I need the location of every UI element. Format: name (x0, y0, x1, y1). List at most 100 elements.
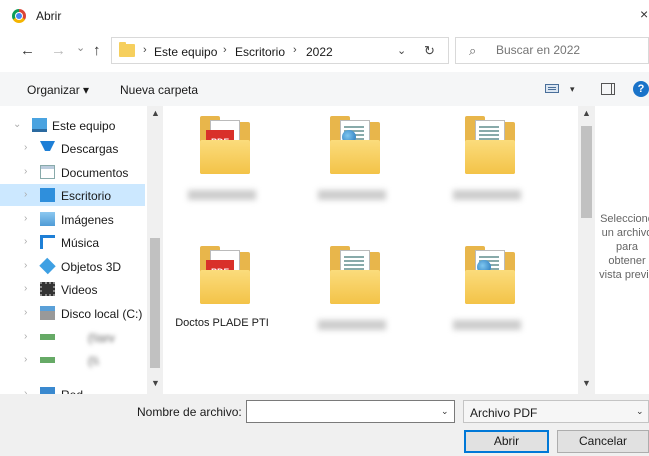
sidebar-item-9[interactable]: › (\\srv (0, 326, 145, 348)
filename-label: Nombre de archivo: (137, 405, 242, 419)
chevron-right-icon[interactable]: › (24, 189, 27, 200)
view-options-dropdown-icon[interactable]: ▾ (570, 84, 575, 95)
file-item[interactable]: PDF Doctos PLADE PTI (163, 246, 281, 329)
file-list-scrollbar[interactable]: ▲ ▼ (578, 106, 595, 394)
filename-input[interactable] (251, 405, 431, 419)
filetype-select[interactable]: Archivo PDF ⌄ (463, 400, 649, 423)
breadcrumb-separator: › (293, 44, 297, 56)
sidebar-item-0[interactable]: ⌄ Este equipo (0, 114, 145, 136)
file-name: Doctos PLADE PTI (175, 317, 269, 329)
chevron-right-icon[interactable]: › (24, 331, 27, 342)
file-list: PDF PDF Doctos PLADE PTI (163, 106, 578, 394)
scroll-up-arrow-icon[interactable]: ▲ (151, 108, 160, 118)
folder-icon (330, 116, 380, 176)
scroll-down-arrow-icon[interactable]: ▼ (151, 378, 160, 388)
breadcrumb-2022[interactable]: 2022 (306, 45, 333, 59)
chevron-right-icon[interactable]: › (24, 354, 27, 365)
open-button[interactable]: Abrir (464, 430, 549, 453)
sidebar-item-label: Este equipo (52, 119, 116, 133)
new-folder-button[interactable]: Nueva carpeta (120, 83, 198, 97)
folder-icon (330, 246, 380, 306)
breadcrumb-separator: › (143, 44, 147, 56)
chevron-right-icon[interactable]: › (24, 236, 27, 247)
folder-icon (119, 42, 135, 57)
chevron-down-icon[interactable]: ⌄ (13, 119, 21, 130)
file-item[interactable] (428, 246, 546, 330)
search-icon: ⌕ (469, 43, 477, 58)
sidebar-item-1[interactable]: › Descargas (0, 137, 145, 159)
filetype-value: Archivo PDF (470, 406, 538, 420)
recent-locations-icon[interactable]: ⌄ (76, 41, 85, 56)
folder-icon: PDF (200, 246, 250, 306)
address-bar[interactable]: › Este equipo › Escritorio › 2022 ⌄ ↻ (111, 37, 449, 64)
sidebar-item-4[interactable]: › Imágenes (0, 208, 145, 230)
refresh-icon[interactable]: ↻ (424, 43, 435, 59)
organize-button[interactable]: Organizar ▾ (27, 83, 89, 97)
close-icon[interactable]: × (640, 6, 648, 22)
sidebar-item-3[interactable]: › Escritorio (0, 184, 145, 206)
up-arrow-icon[interactable]: ↑ (93, 43, 101, 58)
title-bar: Abrir × (0, 0, 649, 32)
change-view-icon[interactable] (545, 84, 559, 93)
folder-icon (465, 246, 515, 306)
sidebar-item-label: Videos (61, 283, 98, 297)
preview-pane-icon[interactable] (601, 83, 615, 95)
file-item[interactable] (428, 116, 546, 200)
sidebar-item-8[interactable]: › Disco local (C:) (0, 302, 145, 324)
sidebar-item-11[interactable]: ›Red (0, 383, 145, 394)
downloads-icon (40, 141, 55, 155)
sidebar-item-label: Escritorio (61, 189, 112, 203)
file-item[interactable] (293, 246, 411, 330)
file-name (453, 320, 521, 330)
chevron-right-icon[interactable]: › (24, 307, 27, 318)
scroll-down-arrow-icon[interactable]: ▼ (582, 378, 591, 388)
file-name (318, 320, 386, 330)
help-icon[interactable]: ? (633, 81, 649, 97)
back-arrow-icon[interactable]: ← (20, 43, 35, 58)
breadcrumb-escritorio[interactable]: Escritorio (235, 45, 285, 59)
3d-objects-icon (39, 257, 56, 275)
sidebar-item-7[interactable]: › Videos (0, 278, 145, 300)
forward-arrow-icon[interactable]: → (51, 43, 66, 58)
command-bar: Organizar ▾ Nueva carpeta ▾ ? (0, 72, 649, 106)
sidebar-item-label: Descargas (61, 142, 119, 156)
pictures-icon (40, 212, 55, 226)
chevron-right-icon[interactable]: › (24, 260, 27, 271)
sidebar-item-2[interactable]: › Documentos (0, 161, 145, 183)
sidebar-item-label: Imágenes (61, 213, 114, 227)
address-dropdown-icon[interactable]: ⌄ (397, 44, 406, 57)
sidebar-item-label: (\\srv (88, 331, 115, 345)
chrome-icon (12, 9, 26, 23)
desktop-icon (40, 188, 55, 202)
folder-icon: PDF (200, 116, 250, 176)
window-title: Abrir (36, 9, 62, 23)
cancel-button[interactable]: Cancelar (557, 430, 649, 453)
breadcrumb-separator: › (223, 44, 227, 56)
sidebar-item-6[interactable]: › Objetos 3D (0, 255, 145, 277)
videos-icon (40, 282, 55, 296)
pc-icon (32, 118, 47, 132)
drive-icon (40, 306, 55, 320)
chevron-right-icon[interactable]: › (24, 283, 27, 294)
scroll-thumb[interactable] (150, 238, 160, 368)
chevron-right-icon[interactable]: › (24, 142, 27, 153)
search-box[interactable]: ⌕ (455, 37, 649, 64)
search-input[interactable] (496, 43, 646, 57)
file-item[interactable] (293, 116, 411, 200)
file-name (188, 190, 256, 200)
chevron-down-icon: ⌄ (636, 406, 644, 416)
breadcrumb-este-equipo[interactable]: Este equipo (154, 45, 217, 59)
scroll-thumb[interactable] (581, 126, 592, 218)
navigation-pane: ⌄ Este equipo › Descargas › Documentos › Escrit… (0, 106, 163, 394)
filename-combobox[interactable]: ⌄ (246, 400, 455, 423)
chevron-right-icon[interactable]: › (24, 166, 27, 177)
navigation-pane-scrollbar[interactable]: ▲ ▼ (147, 106, 163, 394)
sidebar-item-label: Disco local (C:) (61, 307, 143, 321)
chevron-down-icon[interactable]: ⌄ (441, 406, 449, 417)
network-drive-icon (40, 334, 55, 340)
sidebar-item-10[interactable]: › (\\ (0, 349, 145, 371)
scroll-up-arrow-icon[interactable]: ▲ (582, 108, 591, 118)
file-item[interactable]: PDF (163, 116, 281, 200)
sidebar-item-5[interactable]: › Música (0, 231, 145, 253)
chevron-right-icon[interactable]: › (24, 213, 27, 224)
